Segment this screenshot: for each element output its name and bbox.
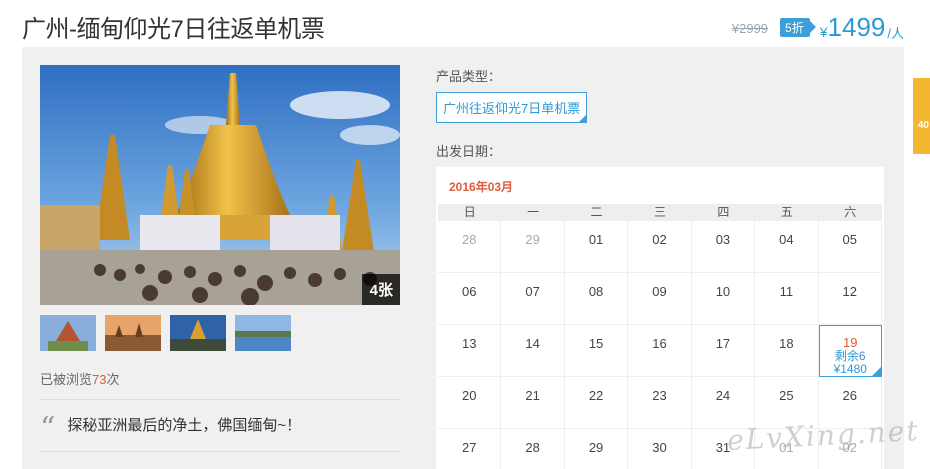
calendar-day-number: 11 [779,284,794,299]
calendar-day-number: 18 [779,336,794,351]
current-price: 1499 [827,12,886,42]
calendar-day[interactable]: 24 [691,377,756,429]
calendar-day[interactable]: 10 [691,273,756,325]
calendar-day-number: 26 [842,388,857,403]
currency-symbol: ¥ [819,23,828,40]
calendar-day-number: 28 [461,232,477,247]
calendar-day-price: ¥1480 [833,362,867,376]
product-panel: 4张 已被浏览73次 “ 探秘亚洲最后的净土，佛国缅甸~！ 产品类型： 广州往返… [22,47,904,469]
calendar-day-number: 23 [652,388,667,403]
thumbnail-golden-temple[interactable] [170,315,226,351]
side-tab[interactable]: 40 [913,78,930,154]
calendar-weekday-header: 日 一 二 三 四 五 六 [438,204,882,221]
calendar-day[interactable]: 13 [438,325,502,377]
calendar-day-number: 12 [842,284,857,299]
calendar-day-number: 09 [652,284,667,299]
calendar-day[interactable]: 17 [691,325,756,377]
pagoda-photo [40,65,400,305]
weekday-fri: 五 [780,205,793,219]
calendar-day[interactable]: 01 [564,221,629,273]
thumbnail-strip [40,315,291,351]
calendar-day-number: 13 [461,336,477,351]
calendar-day[interactable]: 30 [628,429,692,469]
photo-count-badge: 4张 [361,274,400,305]
thumbnail-inle-lake[interactable] [235,315,291,351]
calendar-day-number: 29 [588,440,604,455]
calendar-day-number: 04 [779,232,794,247]
calendar-day-selected[interactable]: 19 剩余6 ¥1480 [818,325,882,377]
calendar-day[interactable]: 22 [564,377,629,429]
weekday-tue: 二 [590,205,603,219]
weekday-thu: 四 [717,205,730,219]
calendar-day-number: 06 [461,284,477,299]
view-count: 已被浏览73次 [40,372,120,387]
calendar-day[interactable]: 28 [501,429,565,469]
calendar-day-number: 20 [461,388,477,403]
calendar-day-number: 08 [588,284,604,299]
original-price: ¥2999 [731,21,769,36]
calendar-day-number: 07 [525,284,540,299]
calendar-day[interactable]: 03 [691,221,756,273]
slogan-text: 探秘亚洲最后的净土，佛国缅甸~！ [67,416,302,434]
calendar-day-number: 02 [652,232,667,247]
calendar-day[interactable]: 15 [564,325,629,377]
thumbnail-bagan-temple[interactable] [40,315,96,351]
discount-badge: 5折 [780,18,816,37]
calendar-day-number: 15 [588,336,604,351]
calendar-day-number: 16 [652,336,667,351]
slogan: “ 探秘亚洲最后的净土，佛国缅甸~！ [40,409,302,446]
calendar-day-number: 28 [525,440,540,455]
weekday-wed: 三 [653,205,666,219]
calendar-day-number: 19 [843,335,858,350]
calendar-day[interactable]: 21 [501,377,565,429]
price-area: ¥2999 5折 ¥ 1499 /人 [732,12,904,43]
calendar-day[interactable]: 12 [818,273,882,325]
view-count-number: 73 [92,372,107,387]
calendar-day-number: 30 [652,440,667,455]
calendar-day-number: 05 [842,232,857,247]
calendar-day[interactable]: 05 [818,221,882,273]
calendar-day-number: 25 [779,388,794,403]
main-photo[interactable]: 4张 [40,65,400,305]
quote-icon: “ [40,411,56,446]
thumbnail-bagan-pagodas[interactable] [105,315,161,351]
calendar-day-number: 27 [461,440,477,455]
calendar-day[interactable]: 28 [438,221,502,273]
divider [40,399,400,400]
calendar-day-number: 24 [715,388,731,403]
weekday-mon: 一 [527,205,540,219]
calendar-day[interactable]: 07 [501,273,565,325]
weekday-sat: 六 [844,205,857,219]
calendar-month: 2016年03月 [449,180,514,194]
departure-date-label: 出发日期： [436,144,502,159]
calendar-day[interactable]: 29 [564,429,629,469]
page-title: 广州-缅甸仰光7日往返单机票 [22,16,325,43]
calendar-day[interactable]: 20 [438,377,502,429]
calendar-day[interactable]: 08 [564,273,629,325]
calendar-day[interactable]: 27 [438,429,502,469]
divider [40,451,400,452]
calendar-day-number: 22 [588,388,604,403]
product-type-label: 产品类型： [436,69,502,84]
calendar-day[interactable]: 23 [628,377,692,429]
calendar-day-number: 03 [715,232,731,247]
calendar-day-number: 17 [715,336,731,351]
calendar-day[interactable]: 04 [755,221,819,273]
calendar-day[interactable]: 06 [438,273,502,325]
calendar-day[interactable]: 02 [628,221,692,273]
calendar-day-number: 10 [715,284,731,299]
calendar-day[interactable]: 14 [501,325,565,377]
calendar-day-number: 01 [588,232,604,247]
calendar-day-number: 14 [525,336,540,351]
product-type-option[interactable]: 广州往返仰光7日单机票 [436,92,588,123]
calendar-day-number: 29 [525,232,540,247]
calendar-day[interactable]: 18 [755,325,819,377]
price-unit: /人 [887,26,904,41]
calendar-day[interactable]: 29 [501,221,565,273]
weekday-sun: 日 [463,205,476,219]
calendar-day-number: 21 [525,388,540,403]
calendar-day[interactable]: 09 [628,273,692,325]
calendar-day[interactable]: 11 [755,273,819,325]
calendar-day[interactable]: 16 [628,325,692,377]
